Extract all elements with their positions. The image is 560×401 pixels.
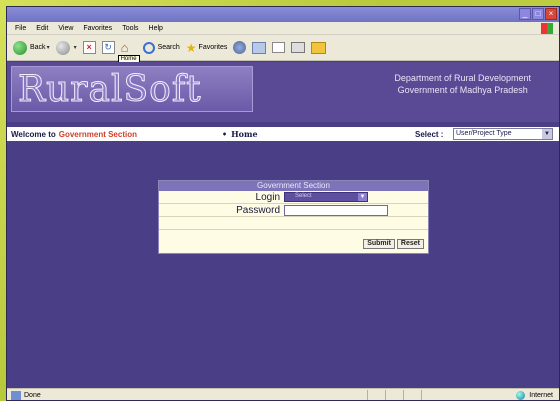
mail-icon[interactable] — [272, 42, 286, 53]
home-link-label: Home — [231, 129, 258, 139]
login-panel: Government Section Login Select ▼ Passwo… — [158, 180, 429, 254]
reset-button[interactable]: Reset — [396, 239, 424, 249]
back-arrow-icon — [13, 40, 27, 55]
status-bar: Done Internet — [7, 388, 559, 400]
department-title: Department of Rural Development Governme… — [394, 72, 531, 96]
page-content: RuralSoft Department of Rural Developmen… — [7, 62, 559, 388]
globe-icon — [516, 391, 526, 400]
password-label: Password — [236, 205, 280, 216]
select-label: Select : — [415, 129, 444, 139]
menu-tools[interactable]: Tools — [122, 25, 138, 32]
menu-edit[interactable]: Edit — [36, 25, 48, 32]
menu-help[interactable]: Help — [149, 25, 163, 32]
logo-text: RuralSoft — [18, 69, 202, 110]
browser-window: _ □ × File Edit View Favorites Tools Hel… — [6, 6, 560, 401]
search-button[interactable]: Search — [142, 41, 180, 54]
zone-text: Internet — [529, 392, 553, 399]
header-banner: RuralSoft Department of Rural Developmen… — [7, 62, 559, 122]
favorites-button[interactable]: ★ Favorites — [186, 41, 228, 55]
login-label: Login — [255, 192, 280, 203]
print-icon[interactable] — [291, 42, 306, 53]
menu-bar: File Edit View Favorites Tools Help — [7, 22, 559, 35]
select-value: User/Project Type — [456, 130, 512, 137]
welcome-prefix: Welcome to — [11, 129, 56, 139]
password-row: Password — [159, 204, 428, 217]
favorites-label: Favorites — [198, 44, 228, 51]
search-label: Search — [157, 44, 180, 51]
chevron-down-icon: ▼ — [542, 129, 552, 139]
status-text: Done — [24, 392, 41, 399]
refresh-icon: ↻ — [101, 41, 115, 54]
back-label: Back — [30, 44, 46, 51]
security-zone: Internet — [516, 391, 553, 400]
back-button[interactable]: Back ▾ — [13, 40, 50, 55]
star-icon: ★ — [185, 40, 197, 55]
windows-logo-icon — [541, 23, 553, 34]
welcome-section: Government Section — [58, 129, 137, 139]
media-icon[interactable] — [233, 41, 247, 54]
dept-line-2: Government of Madhya Pradesh — [397, 85, 528, 95]
login-actions: Submit Reset — [363, 239, 424, 249]
login-select-value: Select — [295, 193, 312, 199]
toolbar: Back ▾ ▾ × ↻ ⌂ Home Search ★ Favorites — [7, 35, 559, 63]
forward-arrow-icon — [55, 40, 70, 55]
password-field[interactable] — [284, 205, 388, 216]
close-button[interactable]: × — [545, 8, 557, 20]
window-controls: _ □ × — [519, 8, 557, 20]
chevron-down-icon: ▾ — [46, 45, 50, 51]
maximize-button[interactable]: □ — [532, 8, 544, 20]
status-cells — [367, 390, 439, 400]
ruralsoft-logo: RuralSoft — [11, 66, 253, 112]
submit-button[interactable]: Submit — [363, 239, 395, 249]
title-bar: _ □ × — [7, 7, 559, 22]
spacer-row — [159, 217, 428, 230]
home-link[interactable]: • Home — [222, 129, 258, 139]
chevron-down-icon: ▼ — [358, 193, 367, 201]
menu-file[interactable]: File — [15, 25, 26, 32]
folder-icon[interactable] — [311, 41, 327, 54]
home-icon: ⌂ — [120, 39, 129, 55]
minimize-button[interactable]: _ — [519, 8, 531, 20]
history-icon[interactable] — [252, 41, 267, 54]
refresh-button[interactable]: ↻ — [101, 41, 115, 54]
login-select[interactable]: Select ▼ — [284, 192, 368, 202]
home-button[interactable]: ⌂ Home — [117, 39, 140, 63]
page-icon — [11, 391, 21, 400]
bullet-icon: • — [222, 129, 228, 139]
login-title: Government Section — [159, 181, 428, 191]
menu-favorites[interactable]: Favorites — [83, 25, 112, 32]
user-project-type-select[interactable]: User/Project Type ▼ — [453, 128, 553, 140]
menu-view[interactable]: View — [58, 25, 73, 32]
dept-line-1: Department of Rural Development — [394, 73, 531, 83]
forward-button[interactable]: ▾ — [55, 40, 77, 55]
stop-icon: × — [82, 41, 96, 54]
login-row: Login Select ▼ — [159, 191, 428, 204]
chevron-down-icon: ▾ — [73, 45, 77, 51]
search-icon — [142, 41, 155, 54]
nav-bar: Welcome to Government Section • Home Sele… — [7, 127, 559, 141]
stop-button[interactable]: × — [82, 41, 96, 54]
